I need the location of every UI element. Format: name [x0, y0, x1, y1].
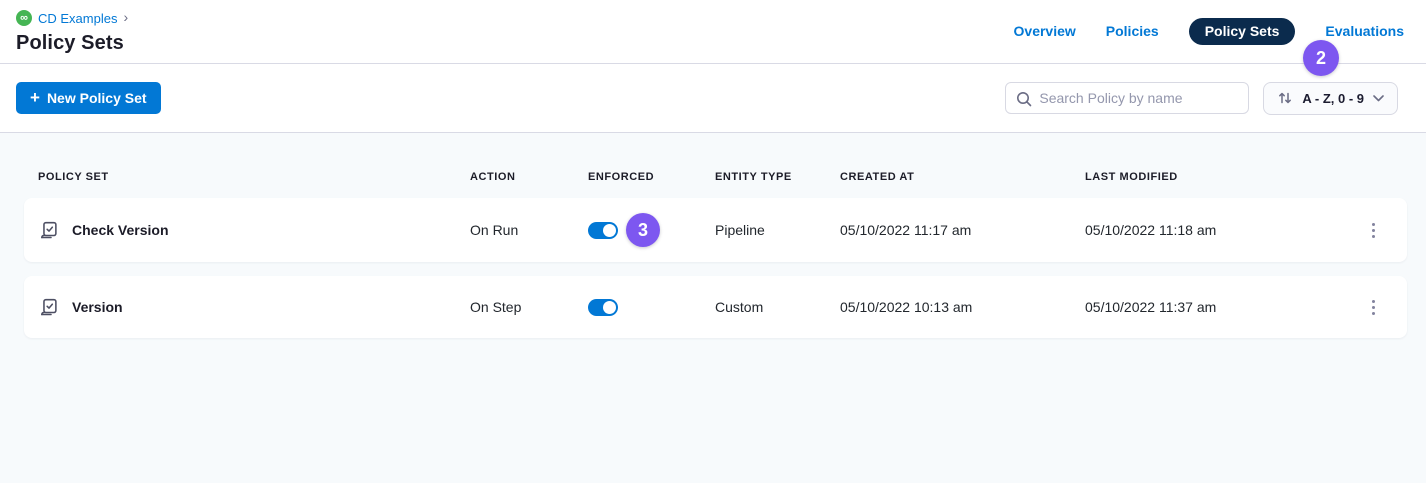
column-header-created-at: CREATED AT	[840, 171, 1085, 183]
sort-dropdown[interactable]: A - Z, 0 - 9	[1263, 82, 1398, 115]
tab-overview[interactable]: Overview	[1014, 17, 1076, 45]
enforced-toggle[interactable]	[588, 299, 618, 316]
sort-dropdown-label: A - Z, 0 - 9	[1302, 91, 1364, 106]
policy-set-name[interactable]: Version	[72, 299, 123, 315]
search-input[interactable]	[1006, 83, 1248, 113]
search-icon	[1015, 90, 1033, 108]
column-header-policy-set: POLICY SET	[38, 171, 470, 183]
tab-evaluations[interactable]: Evaluations	[1325, 17, 1404, 45]
new-policy-set-button-label: New Policy Set	[47, 90, 147, 106]
created-at-cell: 05/10/2022 10:13 am	[840, 299, 1085, 315]
tab-policy-sets[interactable]: Policy Sets	[1189, 18, 1296, 45]
toggle-knob	[603, 301, 616, 314]
policy-set-icon	[38, 296, 60, 318]
search-box	[1005, 82, 1249, 114]
entity-type-cell: Custom	[715, 299, 840, 315]
toggle-knob	[603, 224, 616, 237]
top-nav: Overview Policies Policy Sets Evaluation…	[1014, 17, 1404, 45]
action-cell: On Step	[470, 299, 588, 315]
row-menu-button[interactable]	[1366, 294, 1381, 321]
table-row[interactable]: Check Version On Run 3 Pipeline 05/10/20…	[24, 198, 1407, 262]
column-header-last-modified: LAST MODIFIED	[1085, 171, 1353, 183]
table-row[interactable]: Version On Step Custom 05/10/2022 10:13 …	[24, 276, 1407, 338]
toolbar: + New Policy Set A - Z, 0 - 9	[0, 64, 1426, 133]
enforced-toggle[interactable]	[588, 222, 618, 239]
entity-type-cell: Pipeline	[715, 222, 840, 238]
policy-set-icon	[38, 219, 60, 241]
annotation-step-badge-3: 3	[626, 213, 660, 247]
breadcrumb-link-project[interactable]: CD Examples	[38, 11, 117, 26]
last-modified-cell: 05/10/2022 11:18 am	[1085, 222, 1353, 238]
column-header-action: ACTION	[470, 171, 588, 183]
plus-icon: +	[30, 89, 40, 106]
new-policy-set-button[interactable]: + New Policy Set	[16, 82, 161, 114]
policy-sets-table: POLICY SET ACTION ENFORCED ENTITY TYPE C…	[0, 133, 1426, 338]
policy-sets-page: ∞ CD Examples › Policy Sets Overview Pol…	[0, 0, 1426, 483]
column-header-enforced: ENFORCED	[588, 171, 715, 183]
table-header-row: POLICY SET ACTION ENFORCED ENTITY TYPE C…	[24, 133, 1407, 183]
last-modified-cell: 05/10/2022 11:37 am	[1085, 299, 1353, 315]
toolbar-right: A - Z, 0 - 9	[1005, 82, 1398, 115]
page-header: ∞ CD Examples › Policy Sets Overview Pol…	[0, 0, 1426, 64]
breadcrumb-chevron-icon: ›	[123, 10, 128, 24]
row-menu-button[interactable]	[1366, 217, 1381, 244]
tab-policies[interactable]: Policies	[1106, 17, 1159, 45]
chevron-down-icon	[1373, 95, 1384, 102]
cd-module-icon: ∞	[16, 10, 32, 26]
annotation-step-badge-2: 2	[1303, 40, 1339, 76]
column-header-entity-type: ENTITY TYPE	[715, 171, 840, 183]
sort-arrows-icon	[1277, 90, 1293, 106]
created-at-cell: 05/10/2022 11:17 am	[840, 222, 1085, 238]
action-cell: On Run	[470, 222, 588, 238]
policy-set-name[interactable]: Check Version	[72, 222, 169, 238]
